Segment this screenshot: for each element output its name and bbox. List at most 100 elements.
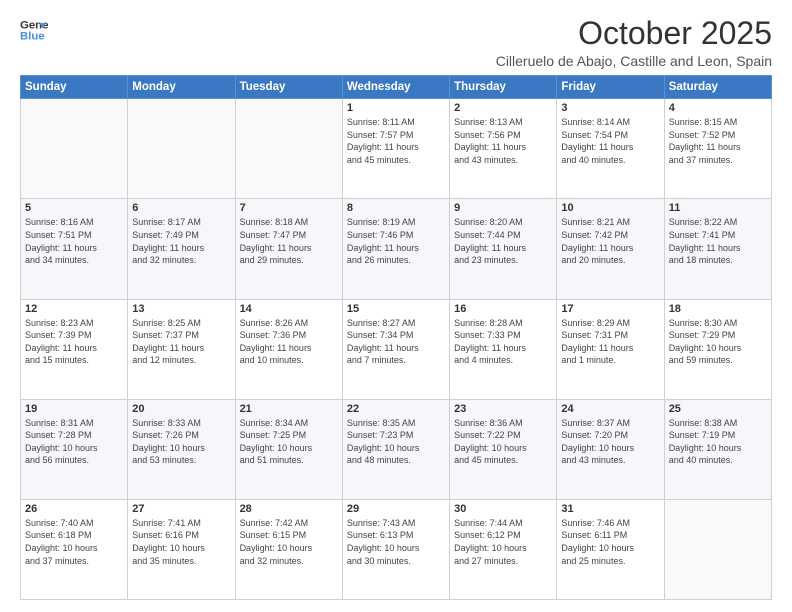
day-info: Sunrise: 8:37 AM Sunset: 7:20 PM Dayligh… — [561, 417, 659, 467]
table-row: 25Sunrise: 8:38 AM Sunset: 7:19 PM Dayli… — [664, 399, 771, 499]
day-info: Sunrise: 8:11 AM Sunset: 7:57 PM Dayligh… — [347, 116, 445, 166]
day-info: Sunrise: 8:30 AM Sunset: 7:29 PM Dayligh… — [669, 317, 767, 367]
day-info: Sunrise: 8:17 AM Sunset: 7:49 PM Dayligh… — [132, 216, 230, 266]
table-row: 14Sunrise: 8:26 AM Sunset: 7:36 PM Dayli… — [235, 299, 342, 399]
day-number: 20 — [132, 403, 230, 415]
day-number: 24 — [561, 403, 659, 415]
table-row: 13Sunrise: 8:25 AM Sunset: 7:37 PM Dayli… — [128, 299, 235, 399]
table-row — [664, 499, 771, 599]
day-number: 11 — [669, 202, 767, 214]
day-number: 15 — [347, 303, 445, 315]
day-number: 31 — [561, 503, 659, 515]
day-number: 1 — [347, 102, 445, 114]
table-row: 23 Sunrise: 8:36 AM Sunset: 7:22 PM Dayli… — [450, 399, 557, 499]
day-number: 28 — [240, 503, 338, 515]
day-number: 3 — [561, 102, 659, 114]
day-info: Sunrise: 8:28 AM Sunset: 7:33 PM Dayligh… — [454, 317, 552, 367]
table-row: 16 Sunrise: 8:28 AM Sunset: 7:33 PM Dayli… — [450, 299, 557, 399]
table-row: 27 Sunrise: 7:41 AM Sunset: 6:16 PM Dayli… — [128, 499, 235, 599]
table-row: 12 Sunrise: 8:23 AM Sunset: 7:39 PM Dayli… — [21, 299, 128, 399]
header-row: Sunday Monday Tuesday Wednesday Thursday… — [21, 76, 772, 99]
table-row: 19 Sunrise: 8:31 AM Sunset: 7:28 PM Dayli… — [21, 399, 128, 499]
day-number: 22 — [347, 403, 445, 415]
day-info: Sunrise: 8:19 AM Sunset: 7:46 PM Dayligh… — [347, 216, 445, 266]
day-number: 30 — [454, 503, 552, 515]
table-row — [21, 99, 128, 199]
day-info: Sunrise: 8:15 AM Sunset: 7:52 PM Dayligh… — [669, 116, 767, 166]
title-block: October 2025 Cilleruelo de Abajo, Castil… — [496, 16, 772, 69]
table-row — [235, 99, 342, 199]
day-number: 6 — [132, 202, 230, 214]
table-row: 8 Sunrise: 8:19 AM Sunset: 7:46 PM Daylig… — [342, 199, 449, 299]
table-row: 7 Sunrise: 8:18 AM Sunset: 7:47 PM Daylig… — [235, 199, 342, 299]
month-title: October 2025 — [496, 16, 772, 51]
table-row: 15Sunrise: 8:27 AM Sunset: 7:34 PM Dayli… — [342, 299, 449, 399]
day-info: Sunrise: 8:18 AM Sunset: 7:47 PM Dayligh… — [240, 216, 338, 266]
table-row: 6 Sunrise: 8:17 AM Sunset: 7:49 PM Daylig… — [128, 199, 235, 299]
day-info: Sunrise: 8:14 AM Sunset: 7:54 PM Dayligh… — [561, 116, 659, 166]
day-info: Sunrise: 8:21 AM Sunset: 7:42 PM Dayligh… — [561, 216, 659, 266]
day-info: Sunrise: 8:22 AM Sunset: 7:41 PM Dayligh… — [669, 216, 767, 266]
table-row: 28 Sunrise: 7:42 AM Sunset: 6:15 PM Dayli… — [235, 499, 342, 599]
day-info: Sunrise: 7:46 AM Sunset: 6:11 PM Dayligh… — [561, 517, 659, 567]
table-row: 17Sunrise: 8:29 AM Sunset: 7:31 PM Dayli… — [557, 299, 664, 399]
day-number: 8 — [347, 202, 445, 214]
day-number: 16 — [454, 303, 552, 315]
day-info: Sunrise: 8:35 AM Sunset: 7:23 PM Dayligh… — [347, 417, 445, 467]
day-number: 23 — [454, 403, 552, 415]
day-number: 18 — [669, 303, 767, 315]
day-info: Sunrise: 8:38 AM Sunset: 7:19 PM Dayligh… — [669, 417, 767, 467]
table-row: 9 Sunrise: 8:20 AM Sunset: 7:44 PM Daylig… — [450, 199, 557, 299]
day-info: Sunrise: 7:43 AM Sunset: 6:13 PM Dayligh… — [347, 517, 445, 567]
table-row: 22 Sunrise: 8:35 AM Sunset: 7:23 PM Dayli… — [342, 399, 449, 499]
day-number: 2 — [454, 102, 552, 114]
table-row: 18 Sunrise: 8:30 AM Sunset: 7:29 PM Dayli… — [664, 299, 771, 399]
table-row: 2 Sunrise: 8:13 AM Sunset: 7:56 PM Daylig… — [450, 99, 557, 199]
day-number: 4 — [669, 102, 767, 114]
day-info: Sunrise: 8:20 AM Sunset: 7:44 PM Dayligh… — [454, 216, 552, 266]
day-number: 5 — [25, 202, 123, 214]
day-number: 26 — [25, 503, 123, 515]
day-info: Sunrise: 8:16 AM Sunset: 7:51 PM Dayligh… — [25, 216, 123, 266]
table-row: 20 Sunrise: 8:33 AM Sunset: 7:26 PM Dayli… — [128, 399, 235, 499]
day-number: 29 — [347, 503, 445, 515]
day-info: Sunrise: 8:25 AM Sunset: 7:37 PM Dayligh… — [132, 317, 230, 367]
table-row: 5 Sunrise: 8:16 AM Sunset: 7:51 PM Daylig… — [21, 199, 128, 299]
table-row: 3 Sunrise: 8:14 AM Sunset: 7:54 PM Daylig… — [557, 99, 664, 199]
col-wednesday: Wednesday — [342, 76, 449, 99]
table-row: 11 Sunrise: 8:22 AM Sunset: 7:41 PM Dayli… — [664, 199, 771, 299]
table-row: 21Sunrise: 8:34 AM Sunset: 7:25 PM Dayli… — [235, 399, 342, 499]
day-info: Sunrise: 7:41 AM Sunset: 6:16 PM Dayligh… — [132, 517, 230, 567]
day-number: 10 — [561, 202, 659, 214]
table-row: 1 Sunrise: 8:11 AM Sunset: 7:57 PM Daylig… — [342, 99, 449, 199]
table-row: 31 Sunrise: 7:46 AM Sunset: 6:11 PM Dayli… — [557, 499, 664, 599]
logo-icon: General Blue — [20, 16, 48, 44]
table-row: 10 Sunrise: 8:21 AM Sunset: 7:42 PM Dayli… — [557, 199, 664, 299]
table-row: 24 Sunrise: 8:37 AM Sunset: 7:20 PM Dayli… — [557, 399, 664, 499]
day-info: Sunrise: 8:23 AM Sunset: 7:39 PM Dayligh… — [25, 317, 123, 367]
day-info: Sunrise: 8:31 AM Sunset: 7:28 PM Dayligh… — [25, 417, 123, 467]
table-row: 4 Sunrise: 8:15 AM Sunset: 7:52 PM Daylig… — [664, 99, 771, 199]
day-info: Sunrise: 7:40 AM Sunset: 6:18 PM Dayligh… — [25, 517, 123, 567]
day-info: Sunrise: 8:33 AM Sunset: 7:26 PM Dayligh… — [132, 417, 230, 467]
col-saturday: Saturday — [664, 76, 771, 99]
day-number: 19 — [25, 403, 123, 415]
location-title: Cilleruelo de Abajo, Castille and Leon, … — [496, 53, 772, 69]
table-row: 26 Sunrise: 7:40 AM Sunset: 6:18 PM Dayli… — [21, 499, 128, 599]
col-tuesday: Tuesday — [235, 76, 342, 99]
table-row: 29 Sunrise: 7:43 AM Sunset: 6:13 PM Dayli… — [342, 499, 449, 599]
day-number: 14 — [240, 303, 338, 315]
col-thursday: Thursday — [450, 76, 557, 99]
day-number: 12 — [25, 303, 123, 315]
day-info: Sunrise: 7:42 AM Sunset: 6:15 PM Dayligh… — [240, 517, 338, 567]
day-number: 7 — [240, 202, 338, 214]
day-info: Sunrise: 8:36 AM Sunset: 7:22 PM Dayligh… — [454, 417, 552, 467]
day-number: 9 — [454, 202, 552, 214]
svg-text:Blue: Blue — [20, 31, 45, 43]
day-number: 21 — [240, 403, 338, 415]
col-monday: Monday — [128, 76, 235, 99]
day-info: Sunrise: 8:13 AM Sunset: 7:56 PM Dayligh… — [454, 116, 552, 166]
day-number: 27 — [132, 503, 230, 515]
page: General Blue October 2025 Cilleruelo de … — [0, 0, 792, 612]
calendar-table: Sunday Monday Tuesday Wednesday Thursday… — [20, 75, 772, 600]
